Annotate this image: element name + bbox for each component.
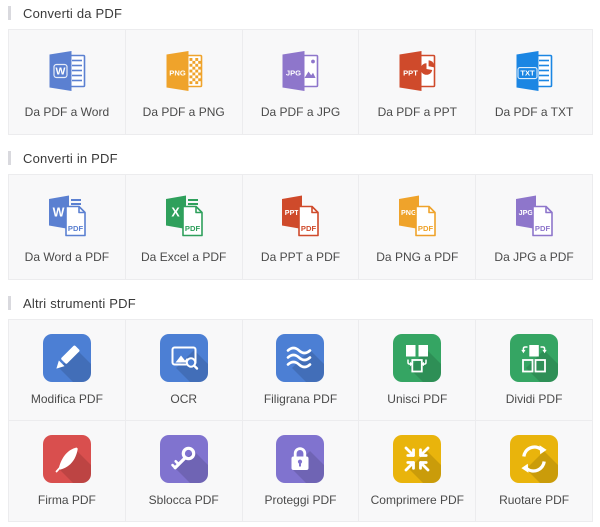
tile-label: Modifica PDF xyxy=(31,392,103,406)
tile-filigrana-pdf[interactable]: Filigrana PDF xyxy=(243,320,359,420)
tile-da-pdf-a-jpg[interactable]: JPG Da PDF a JPG xyxy=(243,30,359,134)
ppt-to-pdf-icon: PPT PDF xyxy=(276,192,324,240)
tile-da-ppt-a-pdf[interactable]: PPT PDF Da PPT a PDF xyxy=(243,175,359,279)
svg-text:W: W xyxy=(52,206,64,220)
merge-pages-icon xyxy=(393,334,441,382)
tile-comprimere-pdf[interactable]: Comprimere PDF xyxy=(359,421,475,521)
section-title: Converti in PDF xyxy=(23,151,118,166)
svg-text:PDF: PDF xyxy=(301,224,317,233)
jpg-file-icon: JPG xyxy=(276,47,324,95)
tile-da-pdf-a-word[interactable]: W Da PDF a Word xyxy=(9,30,125,134)
tile-label: Da PPT a PDF xyxy=(261,250,340,264)
tile-label: Sblocca PDF xyxy=(149,493,219,507)
protect-lock-icon xyxy=(276,435,324,483)
tile-sblocca-pdf[interactable]: Sblocca PDF xyxy=(126,421,242,521)
png-to-pdf-icon: PNG PDF xyxy=(393,192,441,240)
section-convert-from-pdf: Converti da PDF W Da PDF a Word PNG Da PDF… xyxy=(0,5,600,135)
png-file-icon: PNG xyxy=(160,47,208,95)
tile-label: Filigrana PDF xyxy=(264,392,337,406)
ocr-scan-icon xyxy=(160,334,208,382)
tile-label: Firma PDF xyxy=(38,493,96,507)
tile-label: Da Excel a PDF xyxy=(141,250,226,264)
tile-unisci-pdf[interactable]: Unisci PDF xyxy=(359,320,475,420)
tile-label: Da PDF a Word xyxy=(25,105,109,119)
tile-label: Da Word a PDF xyxy=(25,250,109,264)
tile-label: Unisci PDF xyxy=(387,392,447,406)
txt-file-icon: TXT xyxy=(510,47,558,95)
section-accent-bar xyxy=(8,296,11,310)
svg-text:TXT: TXT xyxy=(520,69,535,78)
tile-da-png-a-pdf[interactable]: PNG PDF Da PNG a PDF xyxy=(359,175,475,279)
svg-text:JPG: JPG xyxy=(519,208,534,217)
section-header: Converti in PDF xyxy=(8,150,592,166)
svg-text:JPG: JPG xyxy=(286,69,301,78)
tile-label: Ruotare PDF xyxy=(499,493,569,507)
section-accent-bar xyxy=(8,151,11,165)
tile-label: OCR xyxy=(170,392,197,406)
tile-modifica-pdf[interactable]: Modifica PDF xyxy=(9,320,125,420)
tile-label: Da PDF a PPT xyxy=(378,105,457,119)
tile-da-pdf-a-txt[interactable]: TXT Da PDF a TXT xyxy=(476,30,592,134)
svg-text:PNG: PNG xyxy=(169,69,186,78)
compress-arrows-icon xyxy=(393,435,441,483)
section-title: Converti da PDF xyxy=(23,6,122,21)
svg-text:PPT: PPT xyxy=(285,208,300,217)
tile-label: Dividi PDF xyxy=(506,392,563,406)
tile-dividi-pdf[interactable]: Dividi PDF xyxy=(476,320,592,420)
rotate-arrows-icon xyxy=(510,435,558,483)
tile-label: Da JPG a PDF xyxy=(494,250,573,264)
svg-text:W: W xyxy=(55,66,65,78)
signature-feather-icon xyxy=(43,435,91,483)
unlock-key-icon xyxy=(160,435,208,483)
svg-text:PDF: PDF xyxy=(418,224,434,233)
section-header: Converti da PDF xyxy=(8,5,592,21)
tile-grid-convert-from-pdf: W Da PDF a Word PNG Da PDF a PNG JPG Da PDF… xyxy=(8,29,593,135)
section-convert-to-pdf: Converti in PDF W PDF Da Word a PDF X PDF D… xyxy=(0,150,600,280)
section-header: Altri strumenti PDF xyxy=(8,295,592,311)
svg-text:X: X xyxy=(171,206,180,220)
svg-text:PDF: PDF xyxy=(185,224,201,233)
tile-label: Comprimere PDF xyxy=(371,493,464,507)
tile-da-pdf-a-ppt[interactable]: PPT Da PDF a PPT xyxy=(359,30,475,134)
section-accent-bar xyxy=(8,6,11,20)
tile-da-word-a-pdf[interactable]: W PDF Da Word a PDF xyxy=(9,175,125,279)
section-title: Altri strumenti PDF xyxy=(23,296,136,311)
tile-da-pdf-a-png[interactable]: PNG Da PDF a PNG xyxy=(126,30,242,134)
tile-label: Da PDF a TXT xyxy=(495,105,573,119)
word-file-icon: W xyxy=(43,47,91,95)
tile-proteggi-pdf[interactable]: Proteggi PDF xyxy=(243,421,359,521)
tile-label: Da PDF a JPG xyxy=(261,105,340,119)
edit-pencil-icon xyxy=(43,334,91,382)
tile-da-excel-a-pdf[interactable]: X PDF Da Excel a PDF xyxy=(126,175,242,279)
word-to-pdf-icon: W PDF xyxy=(43,192,91,240)
tile-label: Da PNG a PDF xyxy=(376,250,458,264)
ppt-file-icon: PPT xyxy=(393,47,441,95)
svg-text:PNG: PNG xyxy=(401,208,417,217)
tile-label: Proteggi PDF xyxy=(264,493,336,507)
section-other-pdf-tools: Altri strumenti PDF Modifica PDF OCR Fil… xyxy=(0,295,600,522)
tile-grid-other-tools: Modifica PDF OCR Filigrana PDF Unisci PD… xyxy=(8,319,593,522)
jpg-to-pdf-icon: JPG PDF xyxy=(510,192,558,240)
svg-text:PDF: PDF xyxy=(68,224,84,233)
svg-text:PPT: PPT xyxy=(403,69,418,78)
tile-da-jpg-a-pdf[interactable]: JPG PDF Da JPG a PDF xyxy=(476,175,592,279)
svg-text:PDF: PDF xyxy=(535,224,551,233)
watermark-waves-icon xyxy=(276,334,324,382)
excel-to-pdf-icon: X PDF xyxy=(160,192,208,240)
split-pages-icon xyxy=(510,334,558,382)
tile-grid-convert-to-pdf: W PDF Da Word a PDF X PDF Da Excel a PDF PPT… xyxy=(8,174,593,280)
tile-ocr[interactable]: OCR xyxy=(126,320,242,420)
tile-label: Da PDF a PNG xyxy=(143,105,225,119)
tile-firma-pdf[interactable]: Firma PDF xyxy=(9,421,125,521)
tile-ruotare-pdf[interactable]: Ruotare PDF xyxy=(476,421,592,521)
